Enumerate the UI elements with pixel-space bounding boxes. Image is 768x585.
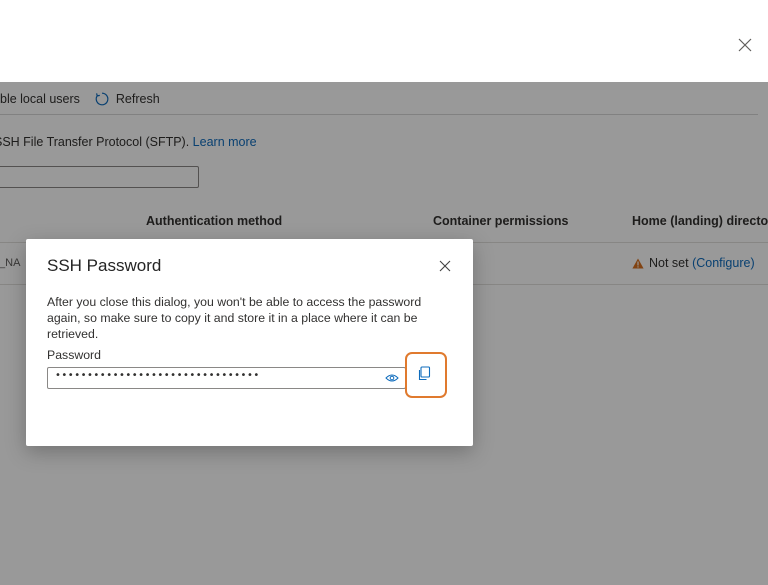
panel-header bbox=[0, 0, 768, 82]
password-value: •••••••••••••••••••••••••••••••• bbox=[55, 370, 260, 381]
dialog-message: After you close this dialog, you won't b… bbox=[47, 295, 422, 341]
close-icon[interactable] bbox=[438, 259, 452, 273]
close-icon[interactable] bbox=[736, 36, 754, 54]
ssh-password-dialog: SSH Password After you close this dialog… bbox=[26, 239, 473, 446]
password-label: Password bbox=[47, 348, 101, 362]
copy-password-button[interactable] bbox=[405, 352, 447, 398]
password-field[interactable]: •••••••••••••••••••••••••••••••• bbox=[47, 367, 406, 389]
eye-icon[interactable] bbox=[385, 373, 399, 383]
copy-icon bbox=[418, 366, 431, 381]
dialog-title: SSH Password bbox=[47, 256, 162, 275]
